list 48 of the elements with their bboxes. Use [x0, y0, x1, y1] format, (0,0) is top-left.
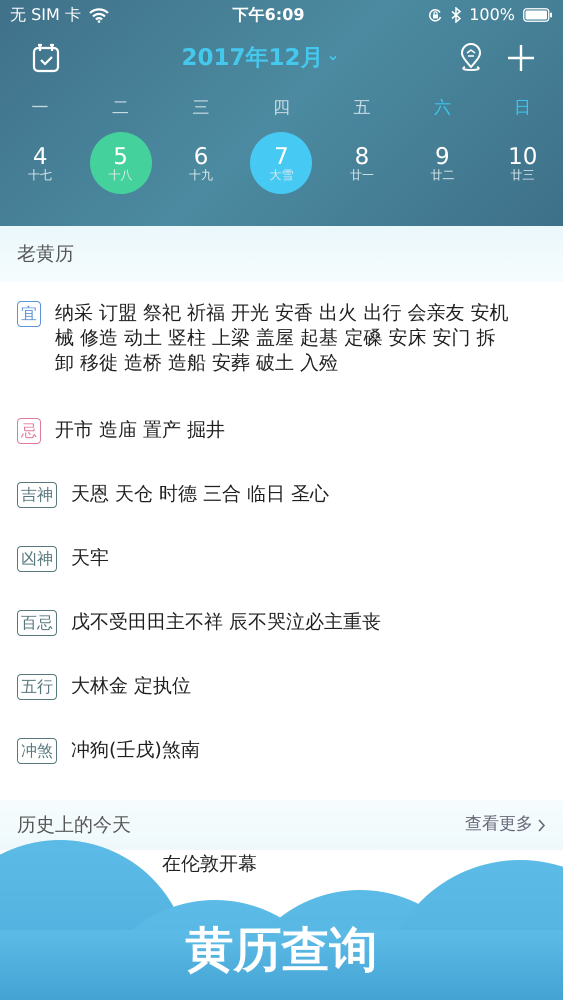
almanac-text: 纳采 订盟 祭祀 祈福 开光 安香 出火 出行 会亲友 安机 — [55, 301, 508, 326]
section-title: 老黄历 — [17, 242, 74, 267]
history-item[interactable]: 在伦敦开幕 — [162, 853, 257, 875]
almanac-text: 大林金 定执位 — [71, 674, 192, 699]
almanac-text: 天牢 — [71, 546, 109, 571]
almanac-text: 械 修造 动土 竖柱 上梁 盖屋 起基 定磉 安床 安门 拆 — [55, 326, 496, 351]
location-pin-icon — [459, 43, 483, 73]
section-title: 历史上的今天 — [17, 812, 131, 838]
almanac-text: 卸 移徙 造桥 造船 安葬 破土 入殓 — [55, 351, 338, 376]
plus-icon — [507, 44, 535, 72]
weekday-label: 一 — [32, 97, 49, 120]
almanac-tag: 宜 — [17, 301, 41, 327]
weekday-label: 日 — [514, 97, 532, 120]
almanac-text: 开市 造庙 置产 掘井 — [55, 418, 226, 443]
battery-percent: 100% — [469, 4, 515, 26]
date-cell[interactable]: 6 十九 — [170, 132, 232, 194]
status-time: 下午6:09 — [232, 4, 304, 26]
wifi-icon — [88, 8, 109, 22]
almanac-tag: 百忌 — [17, 610, 57, 636]
calendar-check-icon — [32, 43, 60, 73]
weekday-label: 五 — [353, 97, 370, 120]
date-cell[interactable]: 8 廿一 — [330, 132, 393, 194]
date-cell[interactable]: 10 廿三 — [492, 132, 554, 194]
date-cell[interactable]: 9 廿二 — [411, 132, 474, 194]
view-more-link[interactable]: 查看更多 — [465, 812, 546, 838]
rotation-lock-icon — [428, 8, 444, 22]
carrier-label: 无 SIM 卡 — [10, 4, 81, 26]
weekday-label: 二 — [112, 97, 130, 120]
caret-icon — [328, 54, 338, 62]
almanac-tag: 冲煞 — [17, 738, 57, 764]
weekday-label: 四 — [272, 97, 290, 120]
battery-icon — [523, 8, 553, 22]
almanac-tag: 凶神 — [17, 546, 57, 572]
almanac-tag: 五行 — [17, 674, 57, 700]
date-cell[interactable]: 4 十七 — [9, 132, 72, 194]
chevron-right-icon — [537, 818, 546, 832]
banner-title: 黄历查询 — [184, 921, 378, 980]
calendar-button[interactable] — [32, 43, 60, 73]
weekday-label: 三 — [192, 97, 210, 120]
almanac-tag: 吉神 — [17, 482, 57, 508]
add-button[interactable] — [507, 44, 535, 72]
weekday-label: 六 — [434, 97, 451, 120]
bluetooth-icon — [451, 7, 462, 23]
almanac-text: 天恩 天仓 时德 三合 临日 圣心 — [71, 482, 330, 507]
almanac-tag: 忌 — [17, 418, 41, 444]
almanac-text: 戊不受田田主不祥 辰不哭泣必主重丧 — [71, 610, 382, 635]
location-button[interactable] — [459, 43, 483, 73]
almanac-text: 冲狗(壬戌)煞南 — [71, 738, 200, 763]
